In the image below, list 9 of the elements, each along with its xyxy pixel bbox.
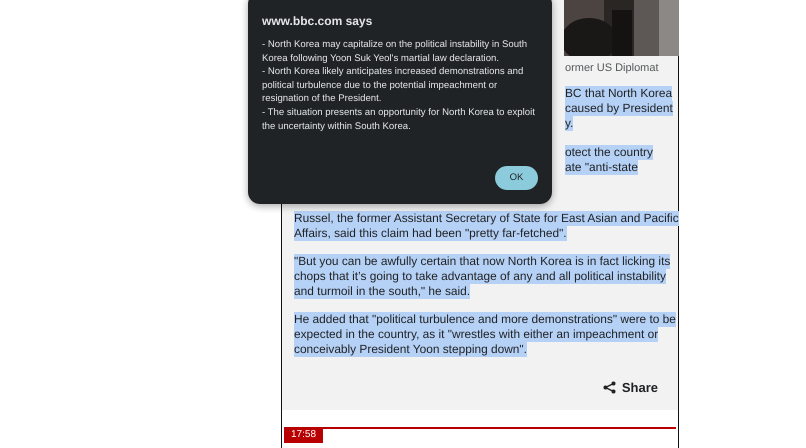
dialog-title: www.bbc.com says bbox=[262, 13, 374, 30]
image-caption: ormer US Diplomat bbox=[565, 61, 659, 76]
dialog-message-line: - The situation presents an opportunity for North Korea to exploit the uncertainty within South Korea. bbox=[262, 106, 536, 134]
dialog-message-line: - North Korea may capitalize on the political instability in South Korea following Yoon Suk Yeol's martial law declaration. bbox=[262, 38, 528, 66]
timestamp-badge: 17:58 bbox=[284, 427, 324, 443]
ok-button[interactable]: OK bbox=[495, 166, 538, 190]
dialog-message-line: - North Korea likely anticipates increased demonstrations and political turbulence due to the potential impeachment or resignation of the President. bbox=[262, 65, 524, 106]
share-icon bbox=[602, 381, 616, 394]
share-button[interactable]: Share bbox=[602, 378, 658, 398]
